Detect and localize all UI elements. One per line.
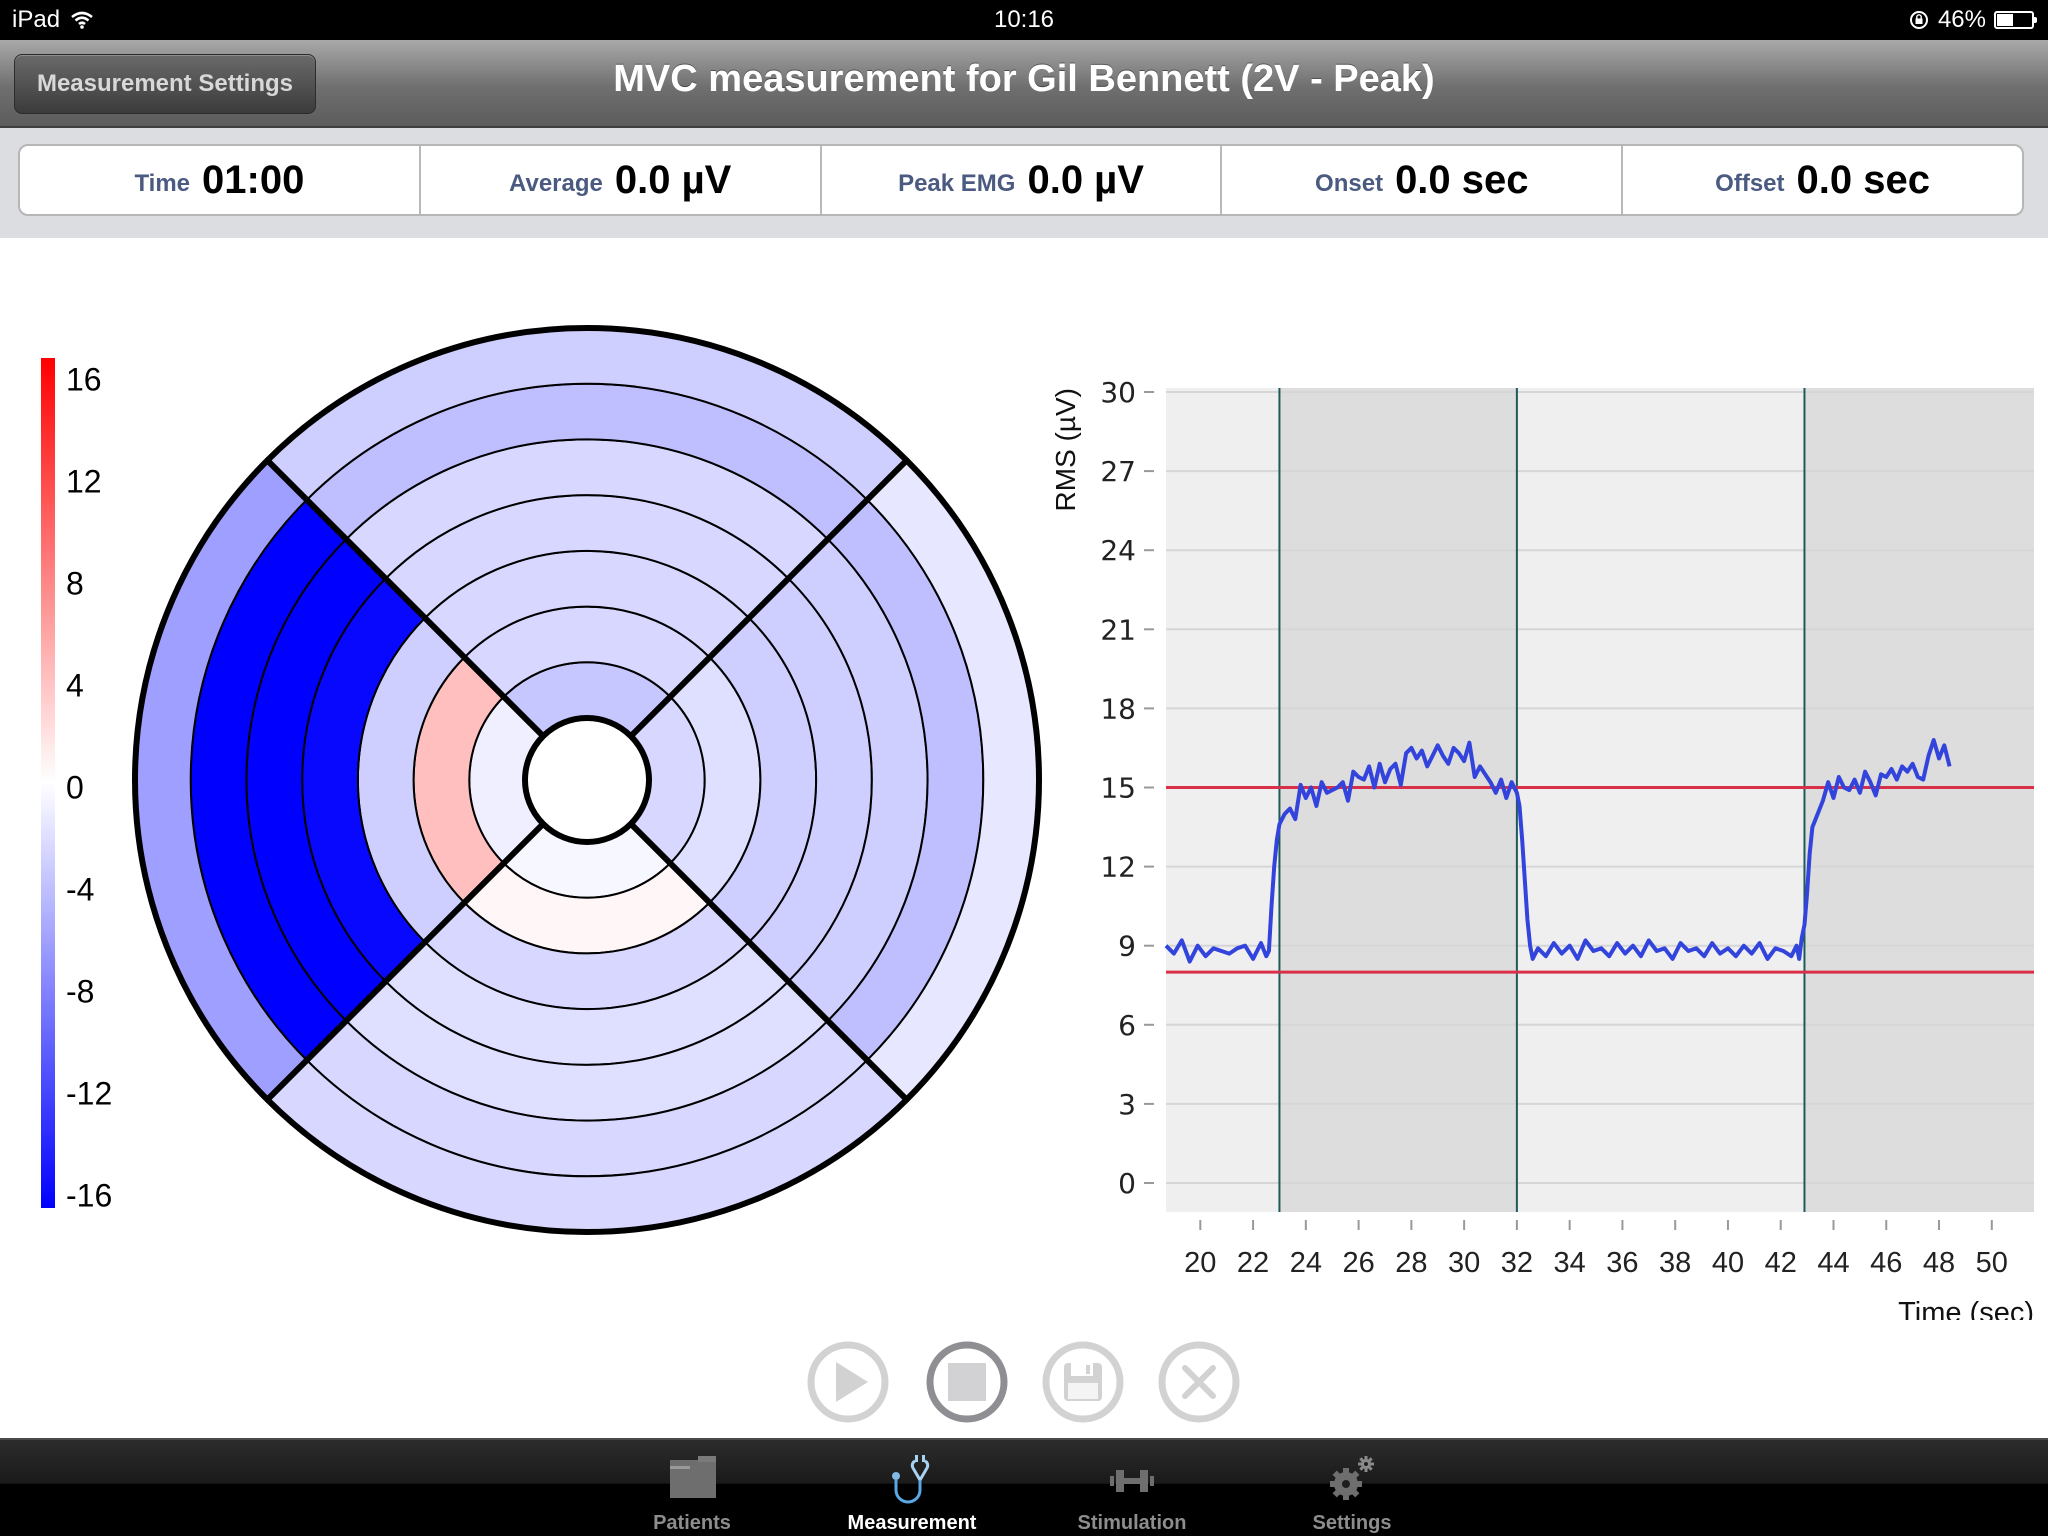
stat-value: 0.0 µV [1027, 157, 1144, 202]
stat-label: Peak EMG [898, 170, 1016, 197]
measurement-controls [800, 1340, 1250, 1430]
x-tick-label: 40 [1712, 1247, 1744, 1279]
x-tick-label: 46 [1870, 1247, 1902, 1279]
stop-icon [926, 1341, 1008, 1423]
navigation-bar: Measurement Settings MVC measurement for… [0, 40, 2048, 128]
status-bar: iPad 10:16 46% [0, 0, 2048, 40]
color-scale-tick-label: -8 [66, 973, 95, 1010]
chart-band-dark [1804, 388, 2034, 1212]
color-scale-tick-label: -16 [66, 1177, 113, 1214]
play-icon [807, 1341, 889, 1423]
x-tick-label: 42 [1765, 1247, 1797, 1279]
x-tick-label: 26 [1342, 1247, 1374, 1279]
dumbbell-icon [1110, 1470, 1154, 1492]
y-axis-label: RMS (µV) [1050, 388, 1081, 511]
floppy-disk-icon [1042, 1341, 1124, 1423]
x-tick-label: 34 [1554, 1247, 1586, 1279]
stats-panel: Time 01:00 Average 0.0 µV Peak EMG 0.0 µ… [18, 144, 2024, 216]
center-hole [522, 715, 652, 845]
stethoscope-icon [892, 1455, 930, 1504]
x-tick-label: 32 [1501, 1247, 1533, 1279]
stat-label: Offset [1715, 170, 1785, 197]
polar-heatmap [132, 325, 1042, 1235]
y-tick-label: 27 [1100, 455, 1136, 488]
stop-button[interactable] [925, 1340, 1009, 1424]
battery-percent: 46% [1937, 6, 1986, 33]
y-tick-label: 9 [1118, 930, 1136, 963]
stat-label: Average [509, 170, 603, 197]
tab-settings[interactable]: Settings [1252, 1440, 1452, 1536]
tab-patients[interactable]: Patients [592, 1440, 792, 1536]
x-tick-label: 22 [1237, 1247, 1269, 1279]
y-tick-label: 6 [1118, 1009, 1136, 1042]
close-icon [1158, 1341, 1240, 1423]
rotation-lock-icon [1909, 11, 1928, 29]
stat-value: 01:00 [202, 157, 305, 202]
color-scale-tick-label: -12 [66, 1075, 113, 1112]
y-tick-label: 21 [1100, 613, 1136, 646]
y-tick-label: 3 [1118, 1088, 1136, 1121]
tab-label: Stimulation [1077, 1512, 1187, 1534]
color-scale-tick-label: 8 [66, 565, 84, 602]
stat-value: 0.0 µV [614, 157, 732, 202]
gears-icon [1330, 1456, 1374, 1500]
x-tick-label: 44 [1817, 1247, 1849, 1279]
x-tick-label: 30 [1448, 1247, 1480, 1279]
tab-label: Measurement [847, 1512, 977, 1534]
stat-label: Time [134, 170, 191, 197]
cancel-button[interactable] [1157, 1340, 1241, 1424]
x-tick-label: 50 [1976, 1247, 2008, 1279]
x-tick-label: 28 [1395, 1247, 1427, 1279]
tab-stimulation[interactable]: Stimulation [1032, 1440, 1232, 1536]
stat-value: 0.0 sec [1796, 157, 1930, 202]
chart-band-light [1166, 388, 1280, 1212]
page-title: MVC measurement for Gil Bennett (2V - Pe… [613, 58, 1435, 100]
x-tick-label: 48 [1923, 1247, 1955, 1279]
tab-label: Patients [653, 1512, 731, 1534]
x-tick-label: 36 [1606, 1247, 1638, 1279]
x-tick-label: 38 [1659, 1247, 1691, 1279]
stat-time: Time 01:00 [20, 146, 421, 214]
x-tick-label: 20 [1184, 1247, 1216, 1279]
battery-icon [1994, 11, 2037, 29]
play-button[interactable] [806, 1340, 890, 1424]
stat-onset: Onset 0.0 sec [1222, 146, 1624, 214]
stat-peak-emg: Peak EMG 0.0 µV [822, 146, 1223, 214]
y-tick-label: 12 [1100, 851, 1136, 884]
y-tick-label: 0 [1118, 1167, 1136, 1200]
color-scale-tick-label: 12 [66, 463, 102, 500]
save-button[interactable] [1041, 1340, 1125, 1424]
stat-value: 0.0 sec [1395, 157, 1529, 202]
color-scale-tick-label: -4 [66, 871, 95, 908]
y-tick-label: 24 [1100, 534, 1136, 567]
color-scale-tick-label: 4 [66, 667, 84, 704]
color-scale-bar [41, 358, 55, 1208]
chart-band-light [1516, 388, 1805, 1212]
x-tick-label: 24 [1290, 1247, 1322, 1279]
color-scale-tick-label: 0 [66, 769, 84, 806]
tab-measurement[interactable]: Measurement [812, 1440, 1012, 1536]
folder-icon [670, 1456, 716, 1498]
rms-line-chart: 03691215182124273020 22 24 26 28 30 32 34 36 38 40… [1050, 360, 2034, 1320]
tab-label: Settings [1312, 1512, 1392, 1534]
y-tick-label: 15 [1100, 772, 1136, 805]
stat-average: Average 0.0 µV [421, 146, 822, 214]
color-scale-tick-label: 16 [66, 361, 102, 398]
tab-bar: Patients Measurement Stimulation Setting… [0, 1438, 2048, 1536]
stat-label: Onset [1315, 170, 1384, 197]
y-tick-label: 30 [1100, 376, 1136, 409]
stat-offset: Offset 0.0 sec [1623, 146, 2022, 214]
x-axis-label: Time (sec) [1898, 1297, 2034, 1320]
y-tick-label: 18 [1100, 692, 1136, 725]
stats-bar: Time 01:00 Average 0.0 µV Peak EMG 0.0 µ… [0, 128, 2048, 238]
status-time: 10:16 [993, 6, 1055, 33]
